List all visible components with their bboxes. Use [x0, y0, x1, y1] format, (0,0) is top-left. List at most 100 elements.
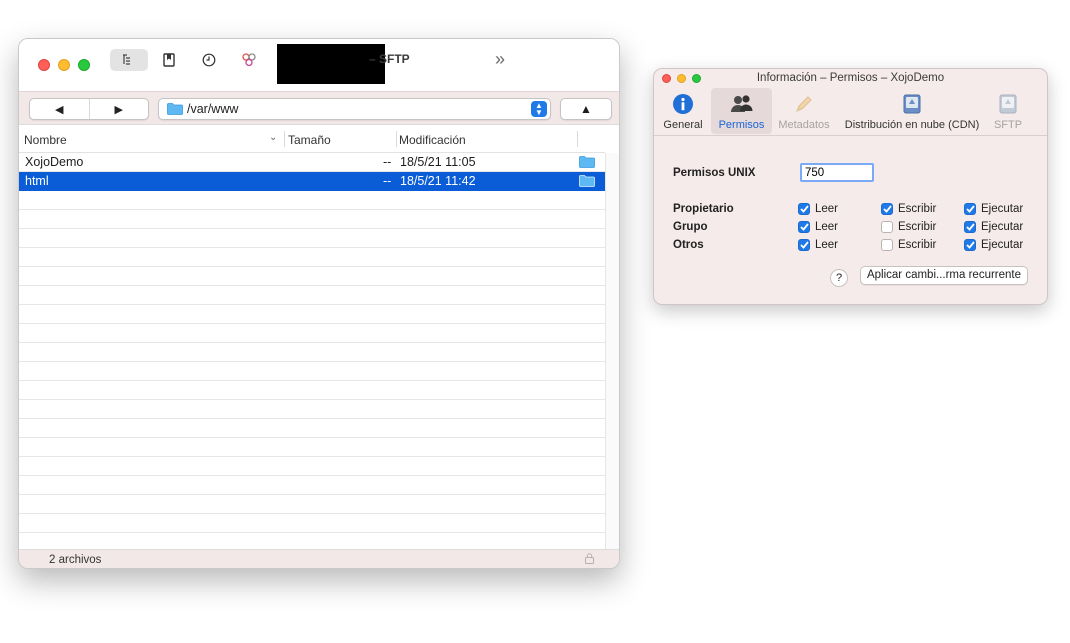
connection-icon [242, 53, 256, 67]
sftp-book-icon [988, 93, 1028, 117]
file-size: -- [383, 155, 392, 169]
table-row[interactable]: html -- 18/5/21 11:42 [19, 172, 605, 191]
help-button[interactable]: ? [830, 269, 848, 287]
users-icon [711, 93, 772, 117]
path-popup[interactable]: /var/www ▲ ▼ [158, 98, 551, 120]
empty-row [19, 210, 605, 229]
file-modified: 18/5/21 11:05 [400, 155, 476, 169]
empty-row [19, 267, 605, 286]
checkbox-label: Ejecutar [981, 221, 1024, 233]
empty-row [19, 457, 605, 476]
file-list: XojoDemo -- 18/5/21 11:05 html -- 18/5/2… [19, 153, 605, 549]
empty-row [19, 324, 605, 343]
checkbox-grupo-ejecutar[interactable]: Ejecutar [964, 221, 1023, 233]
file-name: html [25, 174, 49, 188]
status-bar: 2 archivos [19, 549, 619, 568]
tab-general[interactable]: General [660, 88, 706, 134]
back-forward-control: ◀ ▶ [29, 98, 149, 120]
info-tab-bar: General Permisos Metadatos Distribución … [654, 88, 1047, 136]
tab-label: Distribución en nube (CDN) [844, 119, 980, 131]
back-button[interactable]: ◀ [30, 99, 89, 119]
checkmark-icon [798, 239, 810, 251]
pencil-icon [776, 93, 832, 117]
checkbox-grupo-leer[interactable]: Leer [798, 221, 838, 233]
tab-permisos[interactable]: Permisos [711, 88, 772, 134]
unix-permissions-label: Permisos UNIX [673, 167, 756, 179]
group-label: Propietario [673, 203, 734, 215]
checkbox-label: Leer [815, 239, 839, 251]
item-count: 2 archivos [49, 554, 102, 566]
empty-row [19, 305, 605, 324]
path-text: /var/www [187, 102, 239, 116]
tab-metadatos[interactable]: Metadatos [776, 88, 832, 134]
folder-icon [579, 174, 595, 190]
permissions-panel: Permisos UNIX Propietario Grupo Otros Le… [654, 137, 1047, 304]
tab-sftp[interactable]: SFTP [988, 88, 1028, 134]
zoom-button[interactable] [78, 59, 90, 71]
checkbox-label: Escribir [898, 203, 937, 215]
connection-button[interactable] [235, 49, 263, 71]
file-name: XojoDemo [25, 155, 84, 169]
tree-view-icon [123, 54, 130, 65]
parent-folder-button[interactable]: ▲ [560, 98, 612, 120]
tree-view-button[interactable] [110, 49, 148, 71]
chevron-updown-icon: ▲ ▼ [531, 101, 547, 117]
empty-row [19, 438, 605, 457]
folder-icon [579, 155, 595, 171]
column-size-header[interactable]: Tamaño [288, 133, 331, 147]
file-browser-window: – SFTP » ◀ ▶ /var/www ▲ ▼ ▲ Nombre ⌄ Tama… [18, 38, 620, 569]
title-bar: – SFTP » [19, 39, 619, 91]
file-modified: 18/5/21 11:42 [400, 174, 476, 188]
empty-row [19, 248, 605, 267]
clock-icon [202, 53, 216, 67]
vertical-scrollbar[interactable] [605, 153, 619, 549]
checkbox-propietario-ejecutar[interactable]: Ejecutar [964, 203, 1023, 215]
column-name-header[interactable]: Nombre [24, 133, 67, 147]
toolbar-overflow-chevron[interactable]: » [495, 49, 505, 70]
minimize-button[interactable] [58, 59, 70, 71]
info-window: Información – Permisos – XojoDemo Genera… [653, 68, 1048, 305]
bookmarks-button[interactable] [155, 49, 183, 71]
empty-row [19, 400, 605, 419]
checkbox-otros-leer[interactable]: Leer [798, 239, 838, 251]
checkbox-label: Ejecutar [981, 239, 1024, 251]
checkbox-empty-icon [881, 239, 893, 251]
tab-label: SFTP [993, 119, 1023, 131]
empty-row [19, 495, 605, 514]
apply-recursive-button[interactable]: Aplicar cambi...rma recurrente [860, 266, 1028, 285]
checkbox-propietario-escribir[interactable]: Escribir [881, 203, 936, 215]
tab-label: Metadatos [778, 119, 830, 131]
column-divider[interactable] [577, 131, 578, 147]
cdn-book-icon [841, 93, 983, 117]
lock-icon [585, 553, 594, 567]
column-divider[interactable] [284, 131, 285, 147]
checkmark-icon [798, 221, 810, 233]
empty-row [19, 533, 605, 549]
empty-row [19, 514, 605, 533]
group-label: Otros [673, 239, 704, 251]
close-button[interactable] [38, 59, 50, 71]
empty-row [19, 286, 605, 305]
column-divider[interactable] [396, 131, 397, 147]
checkbox-label: Ejecutar [981, 203, 1024, 215]
empty-row [19, 343, 605, 362]
info-icon [660, 93, 706, 117]
group-label: Grupo [673, 221, 708, 233]
forward-button[interactable]: ▶ [88, 99, 149, 119]
checkbox-grupo-escribir[interactable]: Escribir [881, 221, 936, 233]
empty-row [19, 419, 605, 438]
unix-permissions-input[interactable] [800, 163, 874, 182]
table-row[interactable]: XojoDemo -- 18/5/21 11:05 [19, 153, 605, 172]
tab-cdn[interactable]: Distribución en nube (CDN) [841, 88, 983, 134]
checkbox-propietario-leer[interactable]: Leer [798, 203, 838, 215]
empty-row [19, 191, 605, 210]
checkbox-otros-escribir[interactable]: Escribir [881, 239, 936, 251]
checkbox-otros-ejecutar[interactable]: Ejecutar [964, 239, 1023, 251]
info-window-title: Información – Permisos – XojoDemo [756, 72, 945, 84]
empty-row [19, 229, 605, 248]
column-modified-header[interactable]: Modificación [399, 133, 466, 147]
tab-label: Permisos [718, 119, 765, 131]
sort-chevron-icon: ⌄ [269, 132, 278, 143]
navigation-bar: ◀ ▶ /var/www ▲ ▼ ▲ [19, 91, 619, 125]
history-button[interactable] [195, 49, 223, 71]
